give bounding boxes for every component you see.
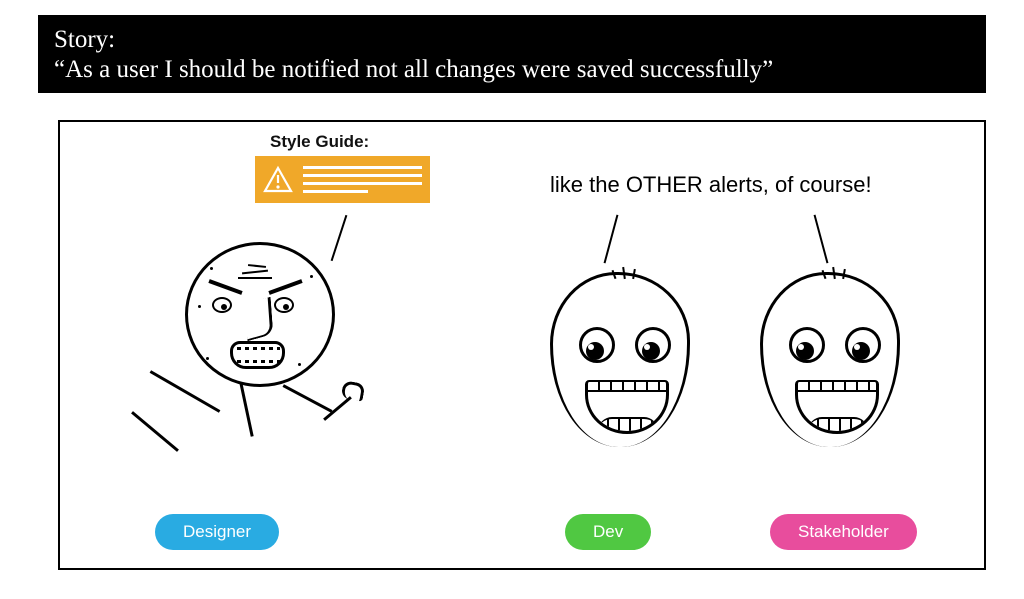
stakeholder-happy-face	[750, 272, 910, 452]
story-label: Story:	[54, 25, 970, 55]
dev-happy-face	[540, 272, 700, 452]
story-banner: Story: “As a user I should be notified n…	[38, 15, 986, 93]
style-guide-alert	[255, 156, 430, 203]
designer-rage-face	[125, 242, 385, 482]
speech-line-icon	[814, 215, 829, 264]
reply-speech-text: like the OTHER alerts, of course!	[550, 172, 872, 198]
speech-line-icon	[604, 215, 619, 264]
stakeholder-label-pill: Stakeholder	[770, 514, 917, 550]
comic-panel: Style Guide: like the OTHER alerts, of c…	[58, 120, 986, 570]
designer-label-pill: Designer	[155, 514, 279, 550]
alert-text-lines	[303, 166, 422, 193]
alert-triangle-icon	[263, 165, 293, 195]
story-text: “As a user I should be notified not all …	[54, 55, 970, 85]
dev-label-pill: Dev	[565, 514, 651, 550]
style-guide-label: Style Guide:	[270, 132, 369, 152]
